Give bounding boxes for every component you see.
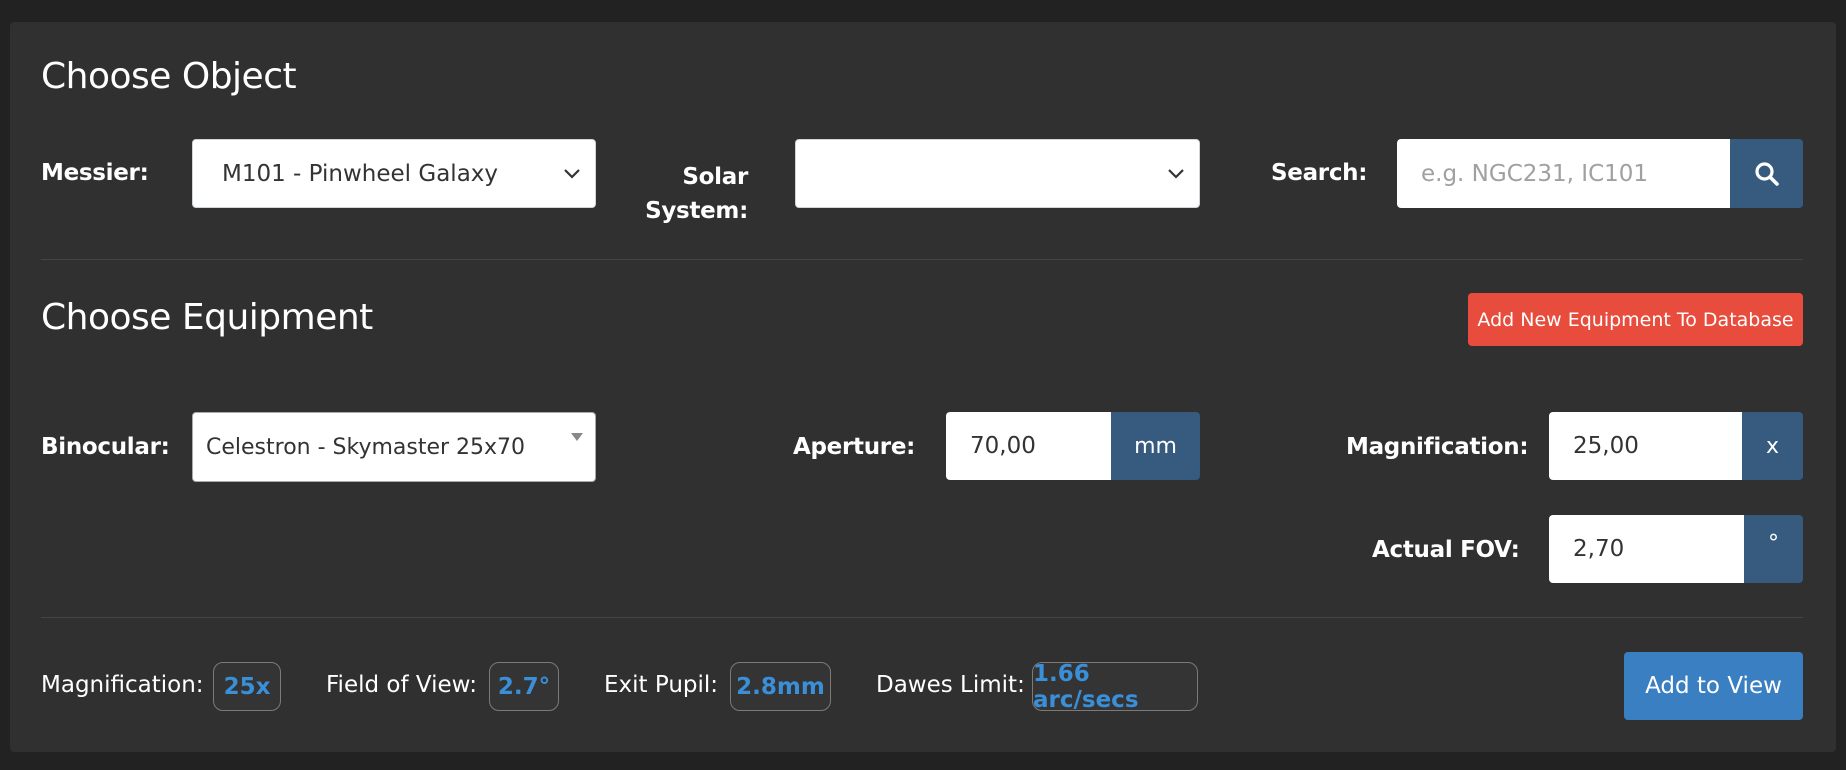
search-placeholder: e.g. NGC231, IC101 — [1421, 160, 1649, 187]
divider — [41, 259, 1803, 260]
magnification-unit: x — [1742, 412, 1803, 480]
stat-magnification-badge: 25x — [213, 662, 281, 711]
binocular-selected-value: Celestron - Skymaster 25x70 — [206, 434, 526, 460]
choose-equipment-title: Choose Equipment — [41, 297, 373, 338]
magnification-label: Magnification: — [1346, 434, 1529, 460]
caret-down-icon — [571, 433, 583, 441]
stat-magnification-label: Magnification: — [41, 672, 204, 698]
main-panel — [10, 22, 1836, 752]
messier-select[interactable]: M101 - Pinwheel Galaxy — [192, 139, 596, 208]
choose-object-title: Choose Object — [41, 56, 297, 97]
search-label: Search: — [1271, 160, 1368, 186]
actual-fov-label: Actual FOV: — [1372, 537, 1520, 563]
stat-dawes-label: Dawes Limit: — [876, 672, 1025, 698]
magnification-value: 25,00 — [1573, 433, 1639, 459]
chevron-down-icon — [564, 168, 580, 179]
stat-exit-pupil-label: Exit Pupil: — [604, 672, 719, 698]
aperture-label: Aperture: — [793, 434, 916, 460]
solar-label-line2: System: — [645, 198, 748, 224]
chevron-down-icon — [1168, 168, 1184, 179]
search-button[interactable] — [1730, 139, 1803, 208]
aperture-value: 70,00 — [970, 433, 1036, 459]
stat-fov-badge: 2.7° — [489, 662, 559, 711]
solar-label-line1: Solar — [682, 164, 748, 190]
search-icon — [1754, 161, 1779, 186]
binocular-label: Binocular: — [41, 434, 170, 460]
add-new-equipment-button[interactable]: Add New Equipment To Database — [1468, 293, 1803, 346]
stat-fov-label: Field of View: — [326, 672, 477, 698]
messier-selected-value: M101 - Pinwheel Galaxy — [222, 160, 499, 187]
divider — [41, 617, 1803, 618]
stat-exit-pupil-badge: 2.8mm — [730, 662, 831, 711]
add-to-view-button[interactable]: Add to View — [1624, 652, 1803, 720]
actual-fov-value: 2,70 — [1573, 536, 1625, 562]
aperture-input[interactable]: 70,00 — [946, 412, 1111, 480]
stat-dawes-badge: 1.66 arc/secs — [1032, 661, 1198, 713]
search-input[interactable]: e.g. NGC231, IC101 — [1397, 139, 1730, 208]
magnification-input[interactable]: 25,00 — [1549, 412, 1742, 480]
messier-label: Messier: — [41, 160, 149, 186]
solar-system-label: Solar System: — [620, 160, 748, 228]
solar-system-select[interactable] — [795, 139, 1200, 208]
actual-fov-unit: ° — [1744, 515, 1803, 583]
binocular-select[interactable]: Celestron - Skymaster 25x70 — [192, 412, 596, 482]
aperture-unit: mm — [1111, 412, 1200, 480]
actual-fov-input[interactable]: 2,70 — [1549, 515, 1744, 583]
